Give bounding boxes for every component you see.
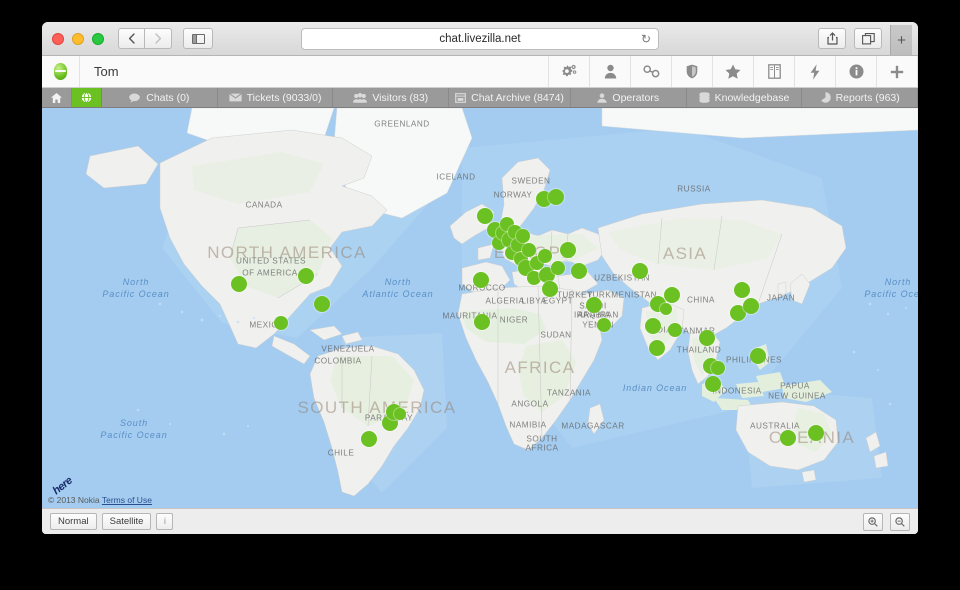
person-icon[interactable] bbox=[590, 56, 631, 87]
plus-icon[interactable] bbox=[877, 56, 918, 87]
browser-window: chat.livezilla.net ↻ + Tom Chats (0) Tic… bbox=[42, 22, 918, 534]
tab-label: Tickets (9033/0) bbox=[246, 91, 322, 104]
visitor-marker[interactable] bbox=[660, 303, 672, 315]
tab-reports[interactable]: Reports (963) bbox=[802, 88, 918, 107]
tab-geo-map[interactable] bbox=[72, 88, 102, 107]
visitor-marker[interactable] bbox=[394, 408, 406, 420]
titlebar-right-buttons bbox=[818, 28, 882, 49]
new-tab-button[interactable]: + bbox=[890, 25, 912, 55]
visitor-marker[interactable] bbox=[597, 318, 611, 332]
tab-knowledgebase[interactable]: Knowledgebase bbox=[687, 88, 803, 107]
zoom-in-icon[interactable] bbox=[863, 512, 883, 531]
visitor-marker[interactable] bbox=[668, 323, 682, 337]
app-toolbar: Tom bbox=[42, 56, 918, 88]
map-canvas: .land { fill:#f0f0ee; stroke:#cfcfcf; st… bbox=[42, 108, 918, 508]
main-tab-strip: Chats (0) Tickets (9033/0) Visitors (83) bbox=[42, 88, 918, 108]
visitor-marker[interactable] bbox=[711, 361, 725, 375]
sidebar-icon bbox=[191, 33, 205, 44]
shield-icon[interactable] bbox=[672, 56, 713, 87]
tab-label: Visitors (83) bbox=[372, 91, 429, 104]
window-controls bbox=[52, 32, 104, 45]
map-normal-button[interactable]: Normal bbox=[50, 513, 97, 530]
visitor-marker[interactable] bbox=[474, 314, 490, 330]
visitor-marker[interactable] bbox=[734, 282, 750, 298]
visitor-marker[interactable] bbox=[538, 249, 552, 263]
info-circle-icon[interactable] bbox=[836, 56, 877, 87]
tab-visitors[interactable]: Visitors (83) bbox=[333, 88, 450, 107]
visitor-marker[interactable] bbox=[743, 298, 759, 314]
tab-label: Reports (963) bbox=[835, 91, 900, 104]
visitor-marker[interactable] bbox=[649, 340, 665, 356]
visitor-marker[interactable] bbox=[477, 208, 493, 224]
visitor-marker[interactable] bbox=[274, 316, 288, 330]
visitor-marker[interactable] bbox=[560, 242, 576, 258]
tab-label: Knowledgebase bbox=[714, 91, 790, 104]
back-button[interactable] bbox=[118, 28, 145, 49]
reload-icon[interactable]: ↻ bbox=[641, 32, 651, 46]
visitor-marker[interactable] bbox=[361, 431, 377, 447]
livezilla-logo-icon bbox=[42, 56, 80, 87]
navigation-buttons bbox=[118, 28, 172, 49]
visitor-marker[interactable] bbox=[780, 430, 796, 446]
visitor-marker[interactable] bbox=[522, 243, 536, 257]
map-zoom-controls bbox=[863, 512, 910, 531]
lightning-bolt-icon[interactable] bbox=[795, 56, 836, 87]
visitor-marker[interactable] bbox=[542, 281, 558, 297]
world-map[interactable]: .land { fill:#f0f0ee; stroke:#cfcfcf; st… bbox=[42, 108, 918, 508]
visitor-marker[interactable] bbox=[632, 263, 648, 279]
terms-of-use-link[interactable]: Terms of Use bbox=[102, 495, 152, 505]
url-text: chat.livezilla.net bbox=[439, 32, 521, 45]
visitor-marker[interactable] bbox=[645, 318, 661, 334]
tab-label: Operators bbox=[612, 91, 660, 104]
share-button[interactable] bbox=[818, 28, 846, 49]
sidebar-toggle-button[interactable] bbox=[183, 28, 213, 49]
map-controls-bar: Normal Satellite i bbox=[42, 508, 918, 534]
forward-button[interactable] bbox=[145, 28, 172, 49]
maximize-window-button[interactable] bbox=[92, 32, 104, 45]
visitor-marker[interactable] bbox=[705, 376, 721, 392]
visitor-marker[interactable] bbox=[808, 425, 824, 441]
map-attribution: © 2013 Nokia Terms of Use bbox=[48, 495, 152, 505]
tab-tickets[interactable]: Tickets (9033/0) bbox=[218, 88, 334, 107]
operator-name: Tom bbox=[80, 56, 549, 87]
visitor-marker[interactable] bbox=[516, 229, 530, 243]
visitor-marker[interactable] bbox=[298, 268, 314, 284]
settings-gears-icon[interactable] bbox=[549, 56, 590, 87]
visitor-marker[interactable] bbox=[548, 189, 564, 205]
star-icon[interactable] bbox=[713, 56, 754, 87]
tab-home[interactable] bbox=[42, 88, 72, 107]
address-bar[interactable]: chat.livezilla.net ↻ bbox=[301, 27, 659, 50]
visitor-marker[interactable] bbox=[664, 287, 680, 303]
zoom-out-icon[interactable] bbox=[890, 512, 910, 531]
visitor-marker[interactable] bbox=[750, 348, 766, 364]
visitor-marker[interactable] bbox=[473, 272, 489, 288]
map-satellite-button[interactable]: Satellite bbox=[101, 513, 152, 530]
link-chain-icon[interactable] bbox=[631, 56, 672, 87]
visitor-marker[interactable] bbox=[231, 276, 247, 292]
tab-label: Chats (0) bbox=[146, 91, 190, 104]
book-icon[interactable] bbox=[754, 56, 795, 87]
map-info-button[interactable]: i bbox=[156, 513, 174, 530]
minimize-window-button[interactable] bbox=[72, 32, 84, 45]
close-window-button[interactable] bbox=[52, 32, 64, 45]
visitor-marker[interactable] bbox=[586, 297, 602, 313]
attribution-text: © 2013 Nokia bbox=[48, 495, 100, 505]
tab-chat-archive[interactable]: Chat Archive (8474) bbox=[449, 88, 571, 107]
visitor-marker[interactable] bbox=[551, 261, 565, 275]
browser-titlebar: chat.livezilla.net ↻ + bbox=[42, 22, 918, 56]
visitor-marker[interactable] bbox=[699, 330, 715, 346]
tab-chats[interactable]: Chats (0) bbox=[102, 88, 218, 107]
show-tabs-button[interactable] bbox=[854, 28, 882, 49]
visitor-marker[interactable] bbox=[314, 296, 330, 312]
tab-label: Chat Archive (8474) bbox=[471, 91, 564, 104]
visitor-marker[interactable] bbox=[571, 263, 587, 279]
tab-operators[interactable]: Operators bbox=[571, 88, 687, 107]
